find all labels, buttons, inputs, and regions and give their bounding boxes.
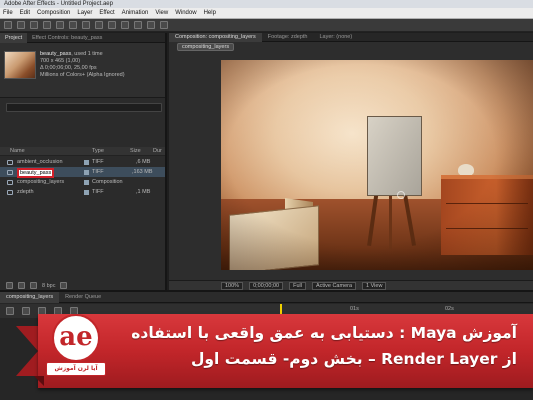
rotate-tool-icon[interactable] [43, 21, 51, 29]
project-search-input[interactable] [6, 103, 162, 112]
menu-animation[interactable]: Animation [122, 10, 149, 16]
label-swatch [84, 180, 89, 185]
label-swatch [84, 160, 89, 165]
logo-glyph: ae [59, 322, 93, 352]
composition-viewer[interactable] [221, 60, 533, 270]
preview-colors: Millions of Colors+ (Alpha Ignored) [40, 72, 125, 78]
column-type[interactable]: Type [92, 148, 104, 154]
title-banner: آموزش Maya : دستیابی به عمق واقعی با است… [16, 300, 533, 400]
draft-3d-icon[interactable] [6, 307, 14, 315]
item-size: ,6 MB [136, 159, 151, 165]
resolution-dropdown[interactable]: Full [289, 281, 306, 290]
viewer-controls: 100% 0;00;00;00 Full Active Camera 1 Vie… [169, 280, 533, 290]
banner-title-line-1: آموزش Maya : دستیابی به عمق واقعی با است… [131, 324, 517, 342]
camera-dropdown[interactable]: Active Camera [311, 281, 357, 290]
tab-composition[interactable]: Composition: compositing_layers [169, 32, 262, 42]
project-footer: 8 bpc [6, 282, 68, 289]
pan-behind-tool-icon[interactable] [69, 21, 77, 29]
label-swatch [84, 170, 89, 175]
menu-composition[interactable]: Composition [37, 10, 70, 16]
column-name[interactable]: Name [10, 148, 25, 154]
menu-view[interactable]: View [155, 10, 168, 16]
footage-icon [7, 160, 13, 165]
item-preview: beauty_pass, used 1 time 700 x 465 (1,00… [0, 43, 165, 98]
preview-used: , used 1 time [71, 51, 103, 57]
new-folder-icon[interactable] [18, 282, 25, 289]
banner-fold [34, 376, 44, 386]
project-panel: Project Effect Controls: beauty_pass bea… [0, 32, 167, 290]
menu-edit[interactable]: Edit [20, 10, 30, 16]
tab-project[interactable]: Project [0, 32, 28, 43]
preview-duration: Δ 0;00;06;00, 25,00 fps [40, 65, 97, 71]
project-item-list: ambient_occlusion TIFF ,6 MB beauty_pass… [0, 157, 165, 197]
composition-panel: Composition: compositing_layers Footage:… [169, 32, 533, 290]
list-item[interactable]: zdepth TIFF ,1 MB [0, 187, 165, 197]
list-item-selected[interactable]: beauty_pass TIFF ,163 MB [0, 167, 165, 178]
hand-tool-icon[interactable] [17, 21, 25, 29]
logo-badge-text: آیا لرن آموزش [54, 365, 98, 372]
camera-tool-icon[interactable] [56, 21, 64, 29]
clone-tool-icon[interactable] [134, 21, 142, 29]
bit-depth-button[interactable]: 8 bpc [42, 283, 55, 289]
preview-dims: 700 x 465 (1,00) [40, 58, 81, 64]
composition-icon [7, 180, 13, 185]
view-layout-dropdown[interactable]: 1 View [362, 281, 387, 290]
pen-tool-icon[interactable] [95, 21, 103, 29]
window-title: Adobe After Effects - Untitled Project.a… [0, 0, 533, 8]
item-type: Composition [92, 179, 123, 185]
preview-thumbnail [4, 51, 36, 79]
zoom-dropdown[interactable]: 100% [221, 281, 244, 290]
tools-bar [0, 19, 533, 32]
project-tabs: Project Effect Controls: beauty_pass [0, 32, 165, 43]
item-name: compositing_layers [17, 179, 65, 185]
project-list-header: Name Type Size Dur [0, 147, 165, 156]
composition-name-button[interactable]: compositing_layers [177, 43, 235, 51]
item-type: TIFF [92, 169, 104, 175]
column-dur[interactable]: Dur [153, 148, 162, 154]
brush-tool-icon[interactable] [121, 21, 129, 29]
tab-effect-controls[interactable]: Effect Controls: beauty_pass [27, 33, 107, 43]
menu-layer[interactable]: Layer [77, 10, 92, 16]
column-size[interactable]: Size [130, 148, 141, 154]
list-item[interactable]: compositing_layers Composition [0, 177, 165, 187]
composition-tabs: Composition: compositing_layers Footage:… [169, 32, 533, 42]
item-name: ambient_occlusion [17, 159, 63, 165]
banner-title-line-2: از Render Layer – بخش دوم- قسمت اول [190, 350, 517, 368]
item-size: ,1 MB [136, 189, 151, 195]
item-type: TIFF [92, 159, 104, 165]
trash-icon[interactable] [60, 282, 68, 289]
item-size: ,163 MB [132, 169, 153, 175]
item-type: TIFF [92, 189, 104, 195]
selection-tool-icon[interactable] [4, 21, 12, 29]
menu-help[interactable]: Help [204, 10, 216, 16]
text-tool-icon[interactable] [108, 21, 116, 29]
list-item[interactable]: ambient_occlusion TIFF ,6 MB [0, 157, 165, 167]
shy-layers-icon[interactable] [22, 307, 30, 315]
footage-icon [7, 170, 13, 175]
site-logo: ae آیا لرن آموزش [46, 314, 106, 388]
preview-info: beauty_pass, used 1 time 700 x 465 (1,00… [40, 51, 125, 79]
interpret-footage-icon[interactable] [6, 282, 13, 289]
menu-bar: File Edit Composition Layer Effect Anima… [0, 8, 533, 19]
vignette [221, 60, 533, 270]
tab-footage[interactable]: Footage: zdepth [262, 33, 314, 42]
preview-name: beauty_pass [40, 51, 72, 57]
label-swatch [84, 190, 89, 195]
eraser-tool-icon[interactable] [147, 21, 155, 29]
item-name: zdepth [17, 189, 34, 195]
menu-effect[interactable]: Effect [99, 10, 114, 16]
new-composition-icon[interactable] [30, 282, 37, 289]
menu-file[interactable]: File [3, 10, 13, 16]
footage-icon [7, 190, 13, 195]
zoom-tool-icon[interactable] [30, 21, 38, 29]
puppet-tool-icon[interactable] [160, 21, 168, 29]
menu-window[interactable]: Window [175, 10, 196, 16]
mask-tool-icon[interactable] [82, 21, 90, 29]
banner-tail [16, 326, 38, 376]
timecode-field[interactable]: 0;00;00;00 [249, 281, 284, 290]
tab-layer[interactable]: Layer: (none) [313, 33, 358, 42]
